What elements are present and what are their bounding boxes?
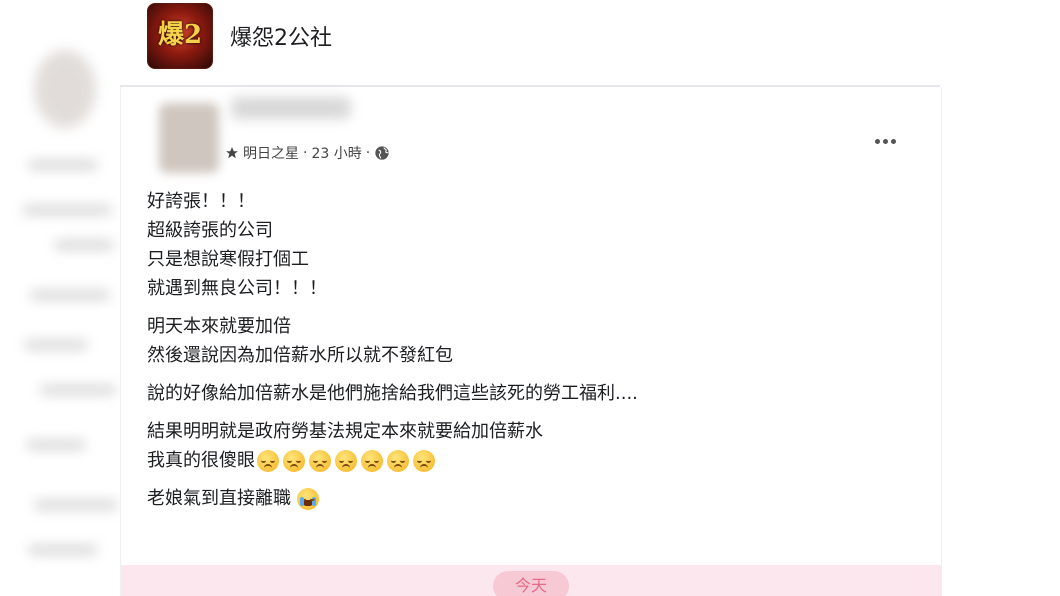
footer-button[interactable]: 今天	[493, 571, 569, 596]
blurred-text	[28, 545, 98, 555]
eye-roll-emoji-icon	[387, 450, 409, 472]
blurred-text	[40, 385, 116, 395]
blurred-text	[34, 500, 118, 510]
post-line: 說的好像給加倍薪水是他們施捨給我們這些該死的勞工福利....	[147, 383, 638, 404]
eye-roll-emoji-icon	[283, 450, 305, 472]
blurred-text	[24, 340, 88, 350]
post-paragraph: 明天本來就要加倍 然後還說因為加倍薪水所以就不發紅包	[147, 312, 907, 370]
crying-emoji-icon	[296, 488, 319, 510]
eye-roll-emoji-icon	[257, 450, 279, 472]
post-footer-bar: 今天	[121, 565, 941, 596]
blurred-text	[30, 290, 110, 300]
eye-roll-emoji-icon	[361, 450, 383, 472]
eye-roll-emoji-icon	[309, 450, 331, 472]
blurred-avatar	[34, 50, 96, 128]
post-paragraph: 說的好像給加倍薪水是他們施捨給我們這些該死的勞工福利....	[147, 379, 907, 408]
post-meta: 明日之星 · 23 小時 ·	[225, 143, 390, 163]
group-logo[interactable]: 爆2	[147, 3, 213, 69]
post-paragraph: 好誇張！！！ 超級誇張的公司 只是想說寒假打個工 就遇到無良公司！！！	[147, 187, 907, 303]
post-line: 老娘氣到直接離職	[147, 488, 291, 509]
post-paragraph: 結果明明就是政府勞基法規定本來就要給加倍薪水 我真的很傻眼	[147, 417, 907, 475]
blurred-text	[22, 205, 112, 215]
group-name[interactable]: 爆怨2公社	[230, 20, 332, 52]
post-line: 好誇張！！！	[147, 191, 255, 212]
blurred-text	[26, 440, 86, 450]
meta-separator: ·	[303, 145, 308, 161]
post-line: 結果明明就是政府勞基法規定本來就要給加倍薪水	[147, 421, 543, 442]
post-line: 我真的很傻眼	[147, 450, 255, 471]
more-options-button[interactable]	[867, 131, 903, 151]
blurred-text	[28, 160, 98, 170]
post-line: 然後還說因為加倍薪水所以就不發紅包	[147, 345, 453, 366]
globe-icon	[374, 145, 390, 161]
more-icon-dot	[890, 138, 896, 144]
post-card: 明日之星 · 23 小時 · 好誇張！！！ 超級誇張的公司 只是想說寒假打個工 …	[120, 87, 942, 596]
member-badge-label[interactable]: 明日之星	[243, 143, 299, 163]
author-name-blurred[interactable]	[231, 97, 351, 119]
post-line: 就遇到無良公司！！！	[147, 278, 327, 299]
blurred-background	[0, 0, 130, 596]
blurred-text	[54, 240, 114, 250]
post-line-with-emoji: 老娘氣到直接離職	[147, 484, 907, 513]
post-line: 超級誇張的公司	[147, 220, 273, 241]
post-time[interactable]: 23 小時	[311, 143, 361, 163]
post-line: 明天本來就要加倍	[147, 316, 291, 337]
group-header: 爆2 爆怨2公社	[130, 0, 940, 82]
eye-roll-emoji-icon	[335, 450, 357, 472]
more-icon	[874, 138, 880, 144]
post-line: 只是想說寒假打個工	[147, 249, 309, 270]
star-icon	[225, 146, 239, 160]
meta-separator: ·	[365, 145, 371, 161]
screenshot-stage: 爆2 爆怨2公社 明日之星 · 23 小時 · 好誇張！！！ 超級誇張的公司 只…	[0, 0, 1060, 596]
eye-roll-emoji-icon	[413, 450, 435, 472]
post-paragraph: 老娘氣到直接離職	[147, 484, 907, 513]
post-line-with-emoji: 我真的很傻眼	[147, 446, 907, 475]
emoji-row	[257, 450, 435, 472]
post-body: 好誇張！！！ 超級誇張的公司 只是想說寒假打個工 就遇到無良公司！！！ 明天本來…	[147, 187, 907, 522]
more-icon-dot	[882, 138, 888, 144]
group-logo-text: 爆2	[157, 20, 203, 50]
author-avatar[interactable]	[159, 103, 219, 173]
